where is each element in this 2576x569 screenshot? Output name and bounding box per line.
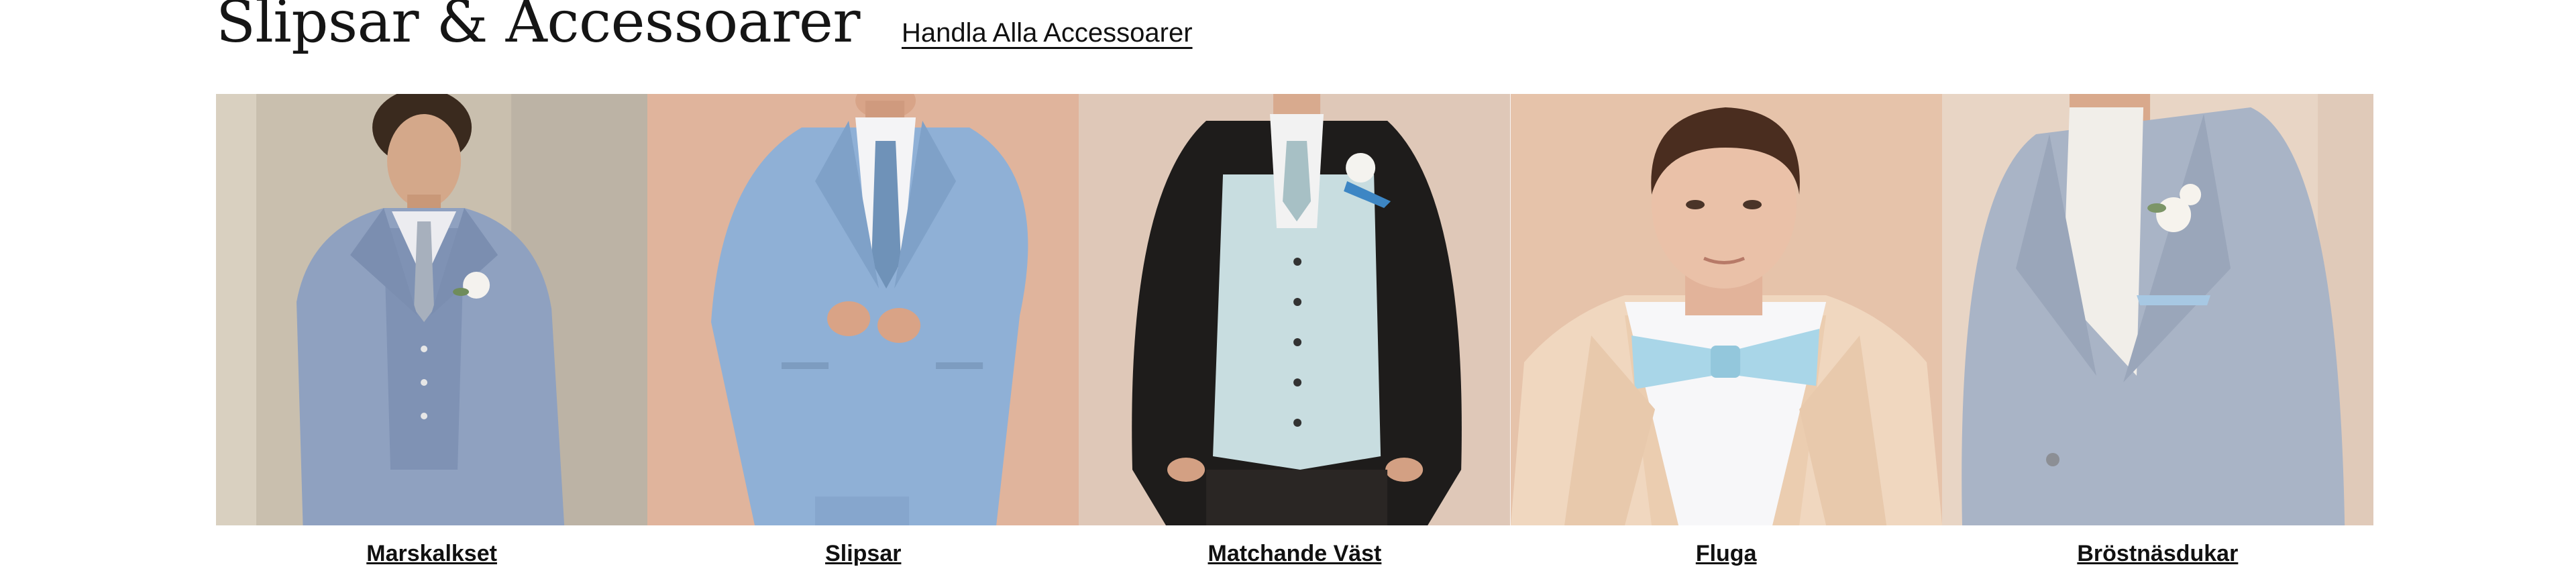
man-in-grey-suit-with-pocket-square-photo — [1941, 94, 2373, 525]
category-card-fluga[interactable] — [1510, 94, 1942, 525]
section-title: Slipsar & Accessoarer — [216, 0, 860, 56]
category-card-matchande-vast[interactable] — [1079, 94, 1511, 525]
category-card-brostnasdukar[interactable] — [1941, 94, 2373, 525]
category-image-grid — [216, 94, 2373, 525]
category-label-marskalkset[interactable]: Marskalkset — [216, 542, 647, 565]
shop-all-accessories-link[interactable]: Handla Alla Accessoarer — [902, 19, 1193, 46]
category-label-fluga[interactable]: Fluga — [1511, 542, 1942, 565]
section-header: Slipsar & Accessoarer Handla Alla Access… — [216, 0, 1193, 54]
category-label-brostnasdukar[interactable]: Bröstnäsdukar — [1942, 542, 2373, 565]
category-card-marskalkset[interactable] — [216, 94, 648, 525]
man-in-blue-three-piece-suit-photo — [216, 94, 648, 525]
man-in-light-blue-suit-with-tie-photo — [647, 94, 1079, 525]
category-card-slipsar[interactable] — [647, 94, 1079, 525]
category-label-matchande-vast[interactable]: Matchande Väst — [1079, 542, 1510, 565]
man-with-light-blue-bow-tie-photo — [1510, 94, 1942, 525]
man-in-black-jacket-with-light-blue-vest-photo — [1079, 94, 1511, 525]
category-label-slipsar[interactable]: Slipsar — [647, 542, 1079, 565]
category-labels: Marskalkset Slipsar Matchande Väst Fluga… — [216, 542, 2373, 565]
